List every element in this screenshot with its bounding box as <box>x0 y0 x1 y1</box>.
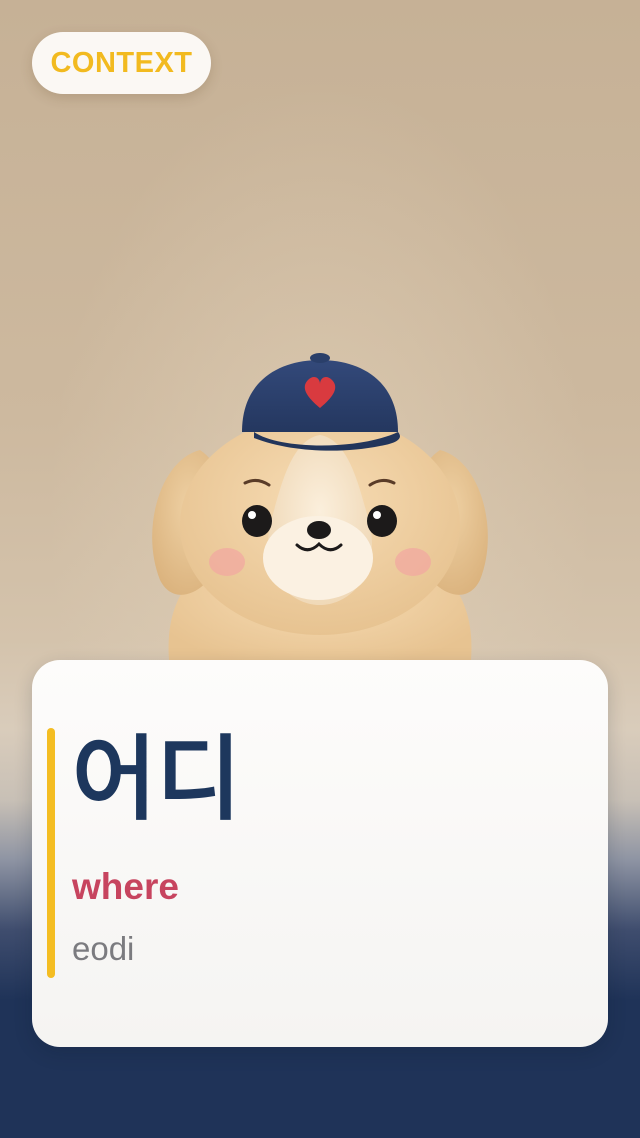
flashcard-accent-bar <box>47 728 55 978</box>
flashcard-meaning: where <box>72 866 179 907</box>
context-label: CONTEXT <box>50 46 193 79</box>
flashcard-romanization: eodi <box>72 930 135 967</box>
screen: CONTEXT 어디 where eodi <box>0 0 640 1138</box>
flashcard-word: 어디 <box>72 726 242 833</box>
puppy-mascot-icon <box>152 353 488 670</box>
flashcard[interactable]: 어디 where eodi <box>32 660 608 1047</box>
context-button[interactable]: CONTEXT <box>32 32 211 94</box>
